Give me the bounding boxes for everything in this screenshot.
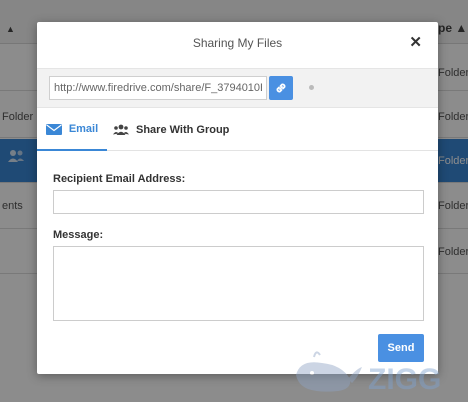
copy-link-button[interactable]: [269, 76, 293, 100]
link-icon: [276, 83, 286, 93]
share-link-bar: [37, 68, 438, 108]
recipient-email-label: Recipient Email Address:: [53, 173, 186, 185]
tab-email-label: Email: [68, 123, 99, 135]
tab-group-label: Share With Group: [136, 124, 230, 136]
tab-share-with-group[interactable]: Share With Group: [113, 109, 229, 151]
message-label: Message:: [53, 229, 104, 241]
group-icon: [113, 124, 129, 135]
dialog-title: Sharing My Files: [192, 36, 283, 50]
send-button[interactable]: Send: [378, 334, 424, 362]
share-dialog: Sharing My Files ✕ Email: [37, 22, 438, 374]
tab-email[interactable]: Email: [37, 109, 107, 151]
recipient-email-field[interactable]: [53, 190, 424, 214]
envelope-icon: [45, 123, 62, 135]
status-dot: [309, 85, 314, 90]
share-link-input[interactable]: [49, 76, 267, 100]
message-field[interactable]: [53, 246, 424, 321]
share-tabs: Email Share With Group: [37, 109, 438, 151]
close-icon[interactable]: ✕: [409, 35, 422, 51]
